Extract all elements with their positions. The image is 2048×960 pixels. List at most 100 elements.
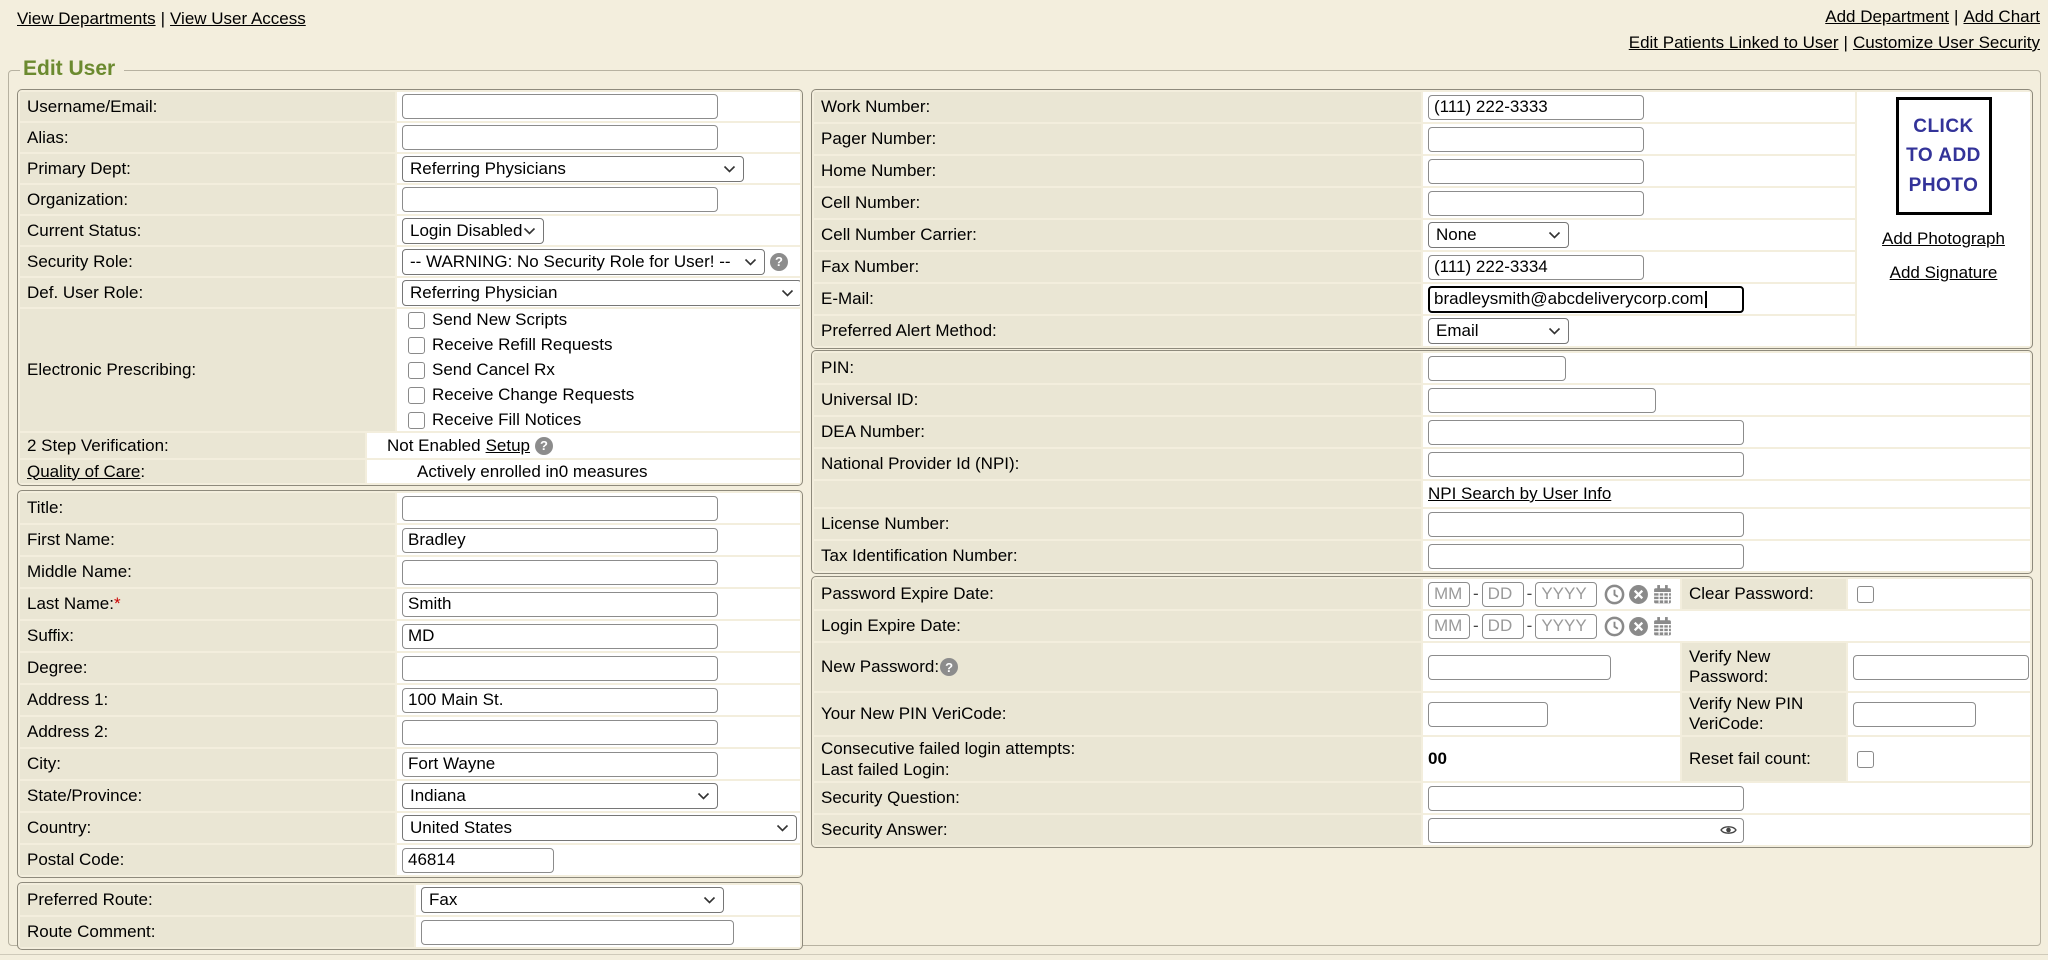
clock-icon[interactable] — [1604, 584, 1625, 605]
state-select[interactable]: Indiana — [402, 783, 718, 809]
personal-info-table: Title: First Name: Middle Name: Last Nam… — [17, 490, 803, 878]
login-expire-yyyy-input[interactable] — [1535, 614, 1597, 639]
city-input[interactable] — [402, 752, 718, 777]
middle-name-input[interactable] — [402, 560, 718, 585]
date-separator: - — [1473, 584, 1479, 604]
new-password-label-text: New Password: — [821, 657, 939, 677]
alert-method-select[interactable]: Email — [1428, 318, 1569, 344]
top-right-links: Add Department|Add Chart Edit Patients L… — [1629, 4, 2040, 56]
verify-new-password-input[interactable] — [1853, 655, 2029, 680]
password-expire-yyyy-input[interactable] — [1535, 582, 1597, 607]
tax-id-input[interactable] — [1428, 544, 1744, 569]
new-password-input[interactable] — [1428, 655, 1611, 680]
clear-date-icon[interactable] — [1628, 616, 1649, 637]
current-status-value: Login Disabled — [410, 221, 522, 241]
first-name-label: First Name: — [20, 525, 395, 555]
clear-password-checkbox[interactable] — [1857, 586, 1874, 603]
receive-refill-requests-checkbox[interactable] — [408, 337, 425, 354]
alias-input[interactable] — [402, 125, 718, 150]
primary-dept-select[interactable]: Referring Physicians — [402, 156, 744, 182]
npi-search-link[interactable]: NPI Search by User Info — [1428, 484, 1611, 504]
send-new-scripts-label: Send New Scripts — [432, 310, 567, 330]
degree-input[interactable] — [402, 656, 718, 681]
view-user-access-link[interactable]: View User Access — [170, 9, 306, 28]
edit-patients-linked-link[interactable]: Edit Patients Linked to User — [1629, 33, 1839, 52]
help-icon[interactable]: ? — [535, 437, 553, 455]
view-departments-link[interactable]: View Departments — [17, 9, 156, 28]
add-signature-link[interactable]: Add Signature — [1890, 263, 1998, 283]
help-icon[interactable]: ? — [940, 658, 958, 676]
cell-carrier-select[interactable]: None — [1428, 222, 1569, 248]
first-name-input[interactable] — [402, 528, 718, 553]
clear-date-icon[interactable] — [1628, 584, 1649, 605]
postal-code-input[interactable] — [402, 848, 554, 873]
quality-of-care-link[interactable]: Quality of Care — [27, 462, 140, 482]
clock-icon[interactable] — [1604, 616, 1625, 637]
add-photograph-link[interactable]: Add Photograph — [1882, 229, 2005, 249]
calendar-icon[interactable] — [1652, 616, 1673, 637]
security-question-input[interactable] — [1428, 786, 1744, 811]
required-asterisk: * — [114, 594, 121, 614]
pin-vericode-input[interactable] — [1428, 702, 1548, 727]
last-name-input[interactable] — [402, 592, 718, 617]
pin-input[interactable] — [1428, 356, 1566, 381]
identifiers-table: PIN: Universal ID: DEA Number: National … — [811, 350, 2033, 574]
top-right-line2: Edit Patients Linked to User|Customize U… — [1629, 30, 2040, 56]
receive-fill-notices-checkbox[interactable] — [408, 412, 425, 429]
send-cancel-rx-checkbox[interactable] — [408, 362, 425, 379]
route-comment-input[interactable] — [421, 920, 734, 945]
pager-number-input[interactable] — [1428, 127, 1644, 152]
send-new-scripts-checkbox[interactable] — [408, 312, 425, 329]
quality-of-care-label: Quality of Care: — [20, 460, 365, 483]
security-role-value: -- WARNING: No Security Role for User! -… — [410, 252, 731, 272]
password-expire-dd-input[interactable] — [1482, 582, 1524, 607]
click-to-add-photo-box[interactable]: CLICK TO ADD PHOTO — [1896, 97, 1992, 215]
security-role-select[interactable]: -- WARNING: No Security Role for User! -… — [402, 249, 765, 275]
suffix-input[interactable] — [402, 624, 718, 649]
title-input[interactable] — [402, 496, 718, 521]
fax-number-input[interactable] — [1428, 255, 1644, 280]
current-status-select[interactable]: Login Disabled — [402, 218, 544, 244]
work-number-input[interactable] — [1428, 95, 1644, 120]
chevron-down-icon — [1548, 231, 1561, 239]
state-label: State/Province: — [20, 781, 395, 811]
current-status-label: Current Status: — [20, 216, 395, 245]
two-step-setup-link[interactable]: Setup — [486, 436, 530, 456]
dea-number-input[interactable] — [1428, 420, 1744, 445]
country-select[interactable]: United States — [402, 815, 797, 841]
cell-number-input[interactable] — [1428, 191, 1644, 216]
npi-input[interactable] — [1428, 452, 1744, 477]
bottom-divider — [0, 954, 2048, 955]
username-input[interactable] — [402, 94, 718, 119]
calendar-icon[interactable] — [1652, 584, 1673, 605]
customize-user-security-link[interactable]: Customize User Security — [1853, 33, 2040, 52]
chevron-down-icon — [703, 896, 716, 904]
email-value: bradleysmith@abcdeliverycorp.com — [1434, 289, 1704, 309]
license-number-input[interactable] — [1428, 512, 1744, 537]
receive-change-requests-checkbox[interactable] — [408, 387, 425, 404]
add-chart-link[interactable]: Add Chart — [1963, 7, 2040, 26]
reset-fail-count-checkbox[interactable] — [1857, 751, 1874, 768]
state-value: Indiana — [410, 786, 466, 806]
show-password-eye-icon[interactable] — [1720, 824, 1737, 836]
password-expire-mm-input[interactable] — [1428, 582, 1470, 607]
title-label: Title: — [20, 493, 395, 523]
help-icon[interactable]: ? — [770, 253, 788, 271]
verify-pin-vericode-input[interactable] — [1853, 702, 1976, 727]
address2-input[interactable] — [402, 720, 718, 745]
chevron-down-icon — [781, 289, 794, 297]
account-info-table: Username/Email: Alias: Primary Dept: Ref… — [17, 89, 803, 486]
email-input[interactable]: bradleysmith@abcdeliverycorp.com — [1428, 286, 1744, 313]
security-answer-input[interactable] — [1428, 818, 1744, 843]
def-user-role-select[interactable]: Referring Physician — [402, 280, 800, 306]
address1-input[interactable] — [402, 688, 718, 713]
login-expire-mm-input[interactable] — [1428, 614, 1470, 639]
add-department-link[interactable]: Add Department — [1825, 7, 1949, 26]
home-number-input[interactable] — [1428, 159, 1644, 184]
universal-id-input[interactable] — [1428, 388, 1656, 413]
address2-label: Address 2: — [20, 717, 395, 747]
alert-method-label: Preferred Alert Method: — [814, 316, 1421, 346]
organization-input[interactable] — [402, 187, 718, 212]
preferred-route-select[interactable]: Fax — [421, 887, 724, 913]
login-expire-dd-input[interactable] — [1482, 614, 1524, 639]
